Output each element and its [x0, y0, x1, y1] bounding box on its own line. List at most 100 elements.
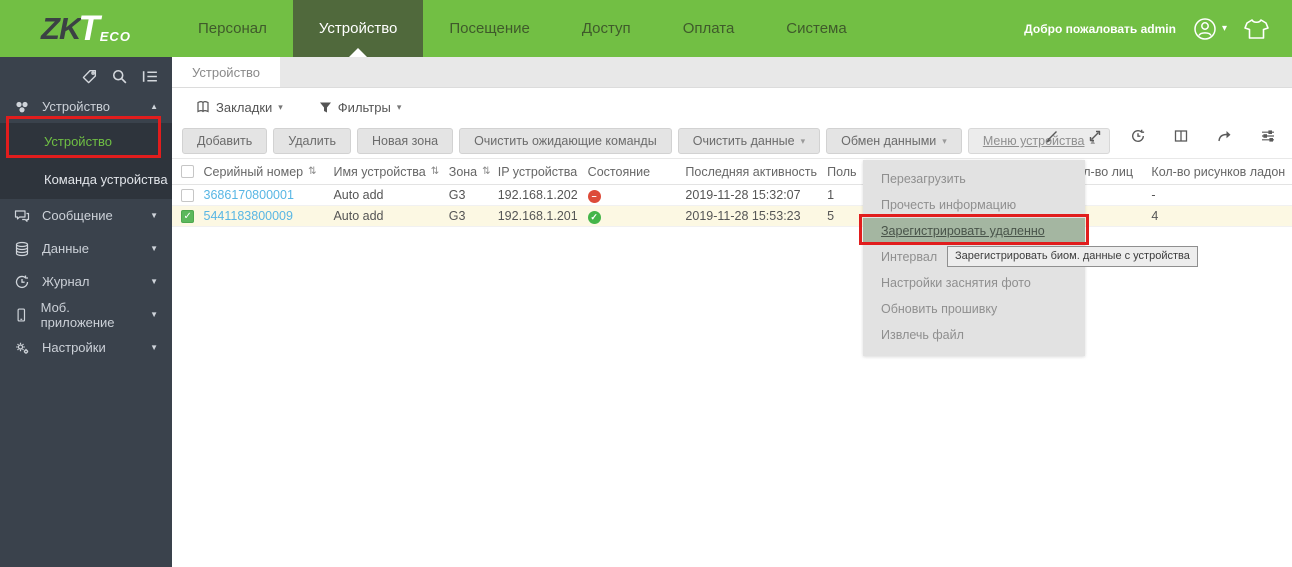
status-online-icon — [587, 210, 601, 224]
message-icon — [14, 209, 30, 222]
menu-item-update-firmware[interactable]: Обновить прошивку — [863, 296, 1085, 322]
expand-icon[interactable] — [1087, 128, 1103, 144]
sidebar-group-label: Моб. приложение — [40, 299, 115, 330]
settings-icon — [16, 342, 29, 354]
device-table: Серийный номер ⇅ Имя устройства ⇅ Зона ⇅ IP… — [172, 158, 1292, 227]
chevron-down-icon: ▼ — [150, 211, 158, 220]
bookmarks-filters-row: Закладки ▾ Фильтры ▾ — [172, 88, 1292, 126]
sidebar-item-device[interactable]: Устройство — [0, 123, 172, 161]
column-header-serial[interactable]: Серийный номер ⇅ — [204, 165, 317, 179]
chevron-down-icon: ▾ — [800, 135, 806, 146]
clear-data-dropdown-button[interactable]: Очистить данные ▾ — [677, 128, 821, 154]
theme-switcher[interactable] — [1243, 17, 1270, 41]
sidebar-group-mobile-app[interactable]: Моб. приложение ▼ — [0, 298, 172, 331]
tab-device[interactable]: Устройство — [172, 57, 281, 87]
serial-number-link[interactable]: 5441183800009 — [204, 209, 293, 223]
edit-pen-icon[interactable] — [1044, 128, 1060, 144]
chevron-down-icon: ▾ — [1221, 23, 1227, 34]
search-icon[interactable] — [111, 68, 128, 85]
main-menu: Персонал Устройство Посещение Доступ Опл… — [172, 0, 873, 57]
welcome-text: Добро пожаловать admin — [1024, 21, 1176, 36]
filters-label: Фильтры — [337, 99, 391, 115]
serial-number-link[interactable]: 3686170800001 — [204, 188, 294, 202]
logo-text-zk: ZK — [41, 10, 81, 46]
history-icon[interactable] — [1130, 128, 1146, 144]
sidebar-subpanel: Устройство Команда устройства — [0, 123, 172, 199]
sidebar-group-label: Устройство — [42, 99, 111, 114]
menu-item-photo-capture-settings[interactable]: Настройки заснятия фото — [863, 270, 1085, 296]
sidebar-group-label: Журнал — [42, 274, 90, 289]
zkteco-logo[interactable]: ZK T ECO — [0, 0, 172, 57]
tab-bar: Устройство — [172, 57, 1292, 88]
share-arrow-icon[interactable] — [1216, 128, 1233, 144]
chevron-down-icon: ▾ — [396, 101, 402, 112]
status-offline-icon — [587, 189, 601, 203]
sidebar-group-settings[interactable]: Настройки ▼ — [0, 331, 172, 364]
chevron-down-icon: ▼ — [150, 343, 158, 352]
delete-button[interactable]: Удалить — [273, 128, 351, 154]
bookmarks-dropdown[interactable]: Закладки ▾ — [196, 100, 283, 115]
user-menu[interactable]: ▾ — [1192, 16, 1227, 42]
add-button[interactable]: Добавить — [182, 128, 268, 154]
last-activity-cell: 2019-11-28 15:53:23 — [685, 209, 801, 223]
device-name-cell: Auto add — [333, 188, 384, 202]
sidebar-group-device[interactable]: Устройство ▲ — [0, 90, 172, 123]
table-tool-icons — [1044, 128, 1276, 144]
nav-item-personnel[interactable]: Персонал — [172, 0, 293, 57]
logo-text-t: T — [78, 8, 100, 48]
table-row[interactable]: ✓ 5441183800009 Auto add G3 192.168.1.20… — [172, 206, 1292, 227]
clear-pending-commands-button[interactable]: Очистить ожидающие команды — [459, 128, 672, 154]
sidebar-group-label: Данные — [42, 241, 89, 256]
column-header-device-name[interactable]: Имя устройства ⇅ — [333, 165, 439, 179]
sidebar-group-data[interactable]: Данные ▼ — [0, 232, 172, 265]
row-checkbox[interactable] — [181, 188, 195, 202]
sidebar-group-message[interactable]: Сообщение ▼ — [0, 199, 172, 232]
tshirt-icon — [1244, 18, 1269, 39]
select-all-checkbox[interactable] — [181, 165, 195, 178]
logo-text-eco: ECO — [99, 29, 131, 44]
nav-item-system[interactable]: Система — [760, 0, 872, 57]
nav-item-payment[interactable]: Оплата — [657, 0, 761, 57]
row-checkbox[interactable]: ✓ — [181, 209, 195, 223]
nav-item-device[interactable]: Устройство — [292, 0, 424, 57]
bookmark-tag-icon[interactable] — [81, 68, 98, 85]
sidebar-item-device-command[interactable]: Команда устройства — [0, 161, 172, 199]
column-header-ip: IP устройства — [497, 164, 578, 179]
columns-icon[interactable] — [1173, 128, 1189, 144]
sidebar-group-log[interactable]: Журнал ▼ — [0, 265, 172, 298]
new-zone-button[interactable]: Новая зона — [356, 128, 454, 154]
sort-icon[interactable]: ⇅ — [308, 166, 316, 177]
menu-item-enroll-remotely[interactable]: Зарегистрировать удаленно — [863, 218, 1085, 244]
table-row[interactable]: 3686170800001 Auto add G3 192.168.1.202 … — [172, 185, 1292, 206]
sidebar-group-label: Настройки — [42, 340, 106, 355]
navbar-right: Добро пожаловать admin ▾ — [1024, 0, 1292, 57]
data-exchange-dropdown-button[interactable]: Обмен данными ▾ — [826, 128, 962, 154]
menu-list-icon[interactable] — [141, 68, 159, 85]
column-header-zone[interactable]: Зона ⇅ — [449, 165, 491, 179]
column-header-last-activity: Последняя активность — [685, 164, 818, 179]
sort-icon[interactable]: ⇅ — [482, 166, 490, 177]
column-header-state: Состояние — [587, 164, 651, 179]
nav-item-attendance[interactable]: Посещение — [423, 0, 556, 57]
chevron-down-icon: ▼ — [150, 277, 158, 286]
filter-sliders-icon[interactable] — [1260, 128, 1276, 144]
menu-item-extract-file[interactable]: Извлечь файл — [863, 322, 1085, 348]
filters-dropdown[interactable]: Фильтры ▾ — [319, 99, 402, 115]
menu-item-read-info[interactable]: Прочесть информацию — [863, 192, 1085, 218]
sort-icon[interactable]: ⇅ — [431, 166, 439, 177]
funnel-icon — [319, 102, 331, 112]
sidebar-quick-icons — [0, 62, 172, 90]
chevron-down-icon: ▾ — [942, 135, 947, 146]
ip-cell: 192.168.1.201 — [497, 209, 578, 223]
database-icon — [15, 241, 29, 256]
mobile-icon — [17, 307, 26, 322]
tooltip: Зарегистрировать биом. данные с устройст… — [947, 246, 1198, 267]
main-content: Устройство Закладки ▾ Фильтры ▾ Добавить… — [172, 57, 1292, 567]
menu-item-reboot[interactable]: Перезагрузить — [863, 166, 1085, 192]
palms-count-cell: 4 — [1151, 209, 1159, 223]
device-name-cell: Auto add — [333, 209, 384, 223]
nav-item-access[interactable]: Доступ — [556, 0, 657, 57]
app-window: ZK T ECO Персонал Устройство Посещение Дос… — [0, 0, 1292, 567]
top-navbar: ZK T ECO Персонал Устройство Посещение Дос… — [0, 0, 1292, 57]
chevron-down-icon: ▾ — [278, 101, 283, 112]
